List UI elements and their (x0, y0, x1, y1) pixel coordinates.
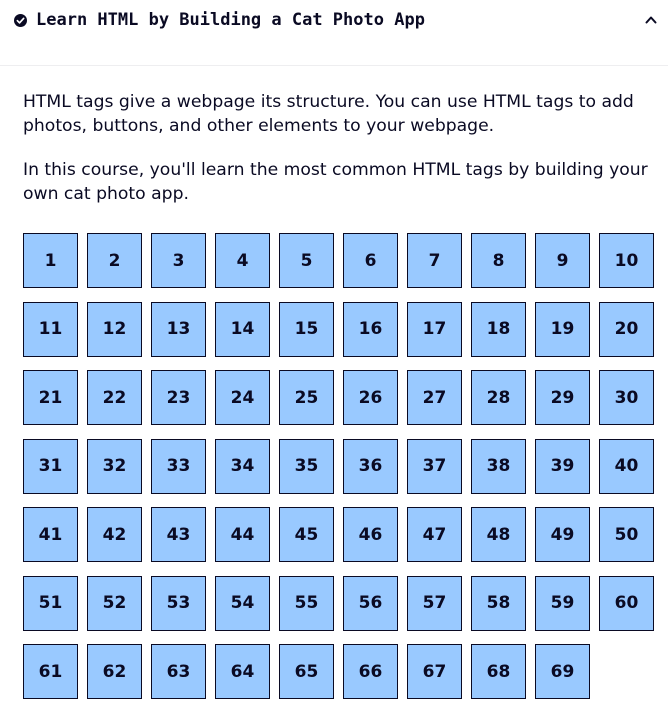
step-button-28[interactable]: 28 (471, 370, 526, 425)
step-button-32[interactable]: 32 (87, 438, 142, 494)
step-button-64[interactable]: 64 (215, 644, 270, 699)
step-button-22[interactable]: 22 (87, 370, 142, 425)
step-button-49[interactable]: 49 (535, 507, 590, 562)
step-button-12[interactable]: 12 (87, 301, 142, 357)
step-button-20[interactable]: 20 (599, 301, 654, 357)
step-button-2[interactable]: 2 (87, 233, 142, 288)
step-button-48[interactable]: 48 (471, 507, 526, 562)
step-button-68[interactable]: 68 (471, 644, 526, 699)
step-button-15[interactable]: 15 (279, 301, 334, 357)
step-button-26[interactable]: 26 (343, 370, 398, 425)
step-button-55[interactable]: 55 (279, 575, 334, 631)
step-button-16[interactable]: 16 (343, 301, 398, 357)
step-button-4[interactable]: 4 (215, 233, 270, 288)
step-button-1[interactable]: 1 (23, 233, 78, 288)
step-button-46[interactable]: 46 (343, 507, 398, 562)
step-button-9[interactable]: 9 (535, 233, 590, 288)
step-button-23[interactable]: 23 (151, 370, 206, 425)
step-button-60[interactable]: 60 (599, 575, 654, 631)
step-button-63[interactable]: 63 (151, 644, 206, 699)
step-button-21[interactable]: 21 (23, 370, 78, 425)
step-button-56[interactable]: 56 (343, 575, 398, 631)
step-button-61[interactable]: 61 (23, 644, 78, 699)
check-circle-icon (14, 14, 27, 27)
step-button-6[interactable]: 6 (343, 233, 398, 288)
step-button-33[interactable]: 33 (151, 438, 206, 494)
step-button-50[interactable]: 50 (599, 507, 654, 562)
step-button-11[interactable]: 11 (23, 301, 78, 357)
step-button-7[interactable]: 7 (407, 233, 462, 288)
step-button-59[interactable]: 59 (535, 575, 590, 631)
chevron-up-icon[interactable] (644, 13, 658, 27)
block-header[interactable]: Learn HTML by Building a Cat Photo App (0, 0, 668, 66)
step-button-39[interactable]: 39 (535, 438, 590, 494)
step-button-43[interactable]: 43 (151, 507, 206, 562)
step-button-25[interactable]: 25 (279, 370, 334, 425)
block-description-2: In this course, you'll learn the most co… (23, 160, 648, 204)
step-button-18[interactable]: 18 (471, 301, 526, 357)
step-button-35[interactable]: 35 (279, 438, 334, 494)
step-button-41[interactable]: 41 (23, 507, 78, 562)
step-button-31[interactable]: 31 (23, 438, 78, 494)
step-button-5[interactable]: 5 (279, 233, 334, 288)
step-button-54[interactable]: 54 (215, 575, 270, 631)
step-button-3[interactable]: 3 (151, 233, 206, 288)
step-button-14[interactable]: 14 (215, 301, 270, 357)
step-button-66[interactable]: 66 (343, 644, 398, 699)
step-button-52[interactable]: 52 (87, 575, 142, 631)
step-button-36[interactable]: 36 (343, 438, 398, 494)
step-button-44[interactable]: 44 (215, 507, 270, 562)
step-button-67[interactable]: 67 (407, 644, 462, 699)
step-grid: 1 2 3 4 5 6 7 8 9 10 11 12 13 14 15 16 17 18 19 20 21 22 23 24 2… (23, 233, 655, 699)
step-button-57[interactable]: 57 (407, 575, 462, 631)
step-button-58[interactable]: 58 (471, 575, 526, 631)
step-button-69[interactable]: 69 (535, 644, 590, 699)
block-title: Learn HTML by Building a Cat Photo App (36, 10, 425, 30)
step-button-19[interactable]: 19 (535, 301, 590, 357)
step-button-45[interactable]: 45 (279, 507, 334, 562)
step-button-30[interactable]: 30 (599, 370, 654, 425)
step-button-51[interactable]: 51 (23, 575, 78, 631)
block-description-1: HTML tags give a webpage its structure. … (23, 92, 634, 136)
step-button-62[interactable]: 62 (87, 644, 142, 699)
step-button-29[interactable]: 29 (535, 370, 590, 425)
step-button-8[interactable]: 8 (471, 233, 526, 288)
step-button-40[interactable]: 40 (599, 438, 654, 494)
step-button-47[interactable]: 47 (407, 507, 462, 562)
step-button-42[interactable]: 42 (87, 507, 142, 562)
step-button-24[interactable]: 24 (215, 370, 270, 425)
step-button-53[interactable]: 53 (151, 575, 206, 631)
step-button-38[interactable]: 38 (471, 438, 526, 494)
step-button-17[interactable]: 17 (407, 301, 462, 357)
step-button-65[interactable]: 65 (279, 644, 334, 699)
step-button-27[interactable]: 27 (407, 370, 462, 425)
step-button-13[interactable]: 13 (151, 301, 206, 357)
step-button-37[interactable]: 37 (407, 438, 462, 494)
step-button-10[interactable]: 10 (599, 233, 654, 288)
step-button-34[interactable]: 34 (215, 438, 270, 494)
